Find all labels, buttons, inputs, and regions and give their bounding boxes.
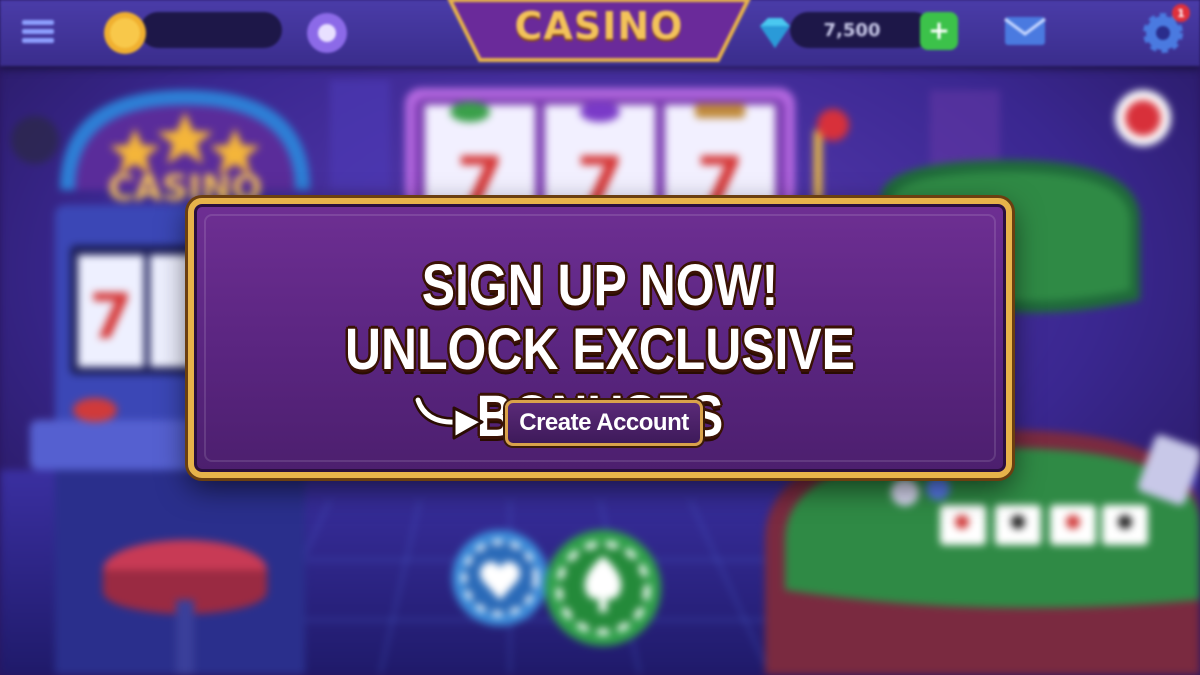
notification-badge: 1	[1172, 4, 1190, 22]
mail-icon[interactable]	[1002, 14, 1048, 48]
create-account-button[interactable]: Create Account	[505, 400, 703, 446]
signup-popup: SIGN UP NOW! UNLOCK EXCLUSIVE BONUSES Cr…	[188, 198, 1012, 478]
gem-icon	[752, 10, 798, 56]
gem-shop-icon[interactable]	[304, 10, 350, 56]
left-reel-symbol: 7	[89, 280, 132, 353]
gem-balance: 7,500	[790, 12, 932, 48]
arrow-right-icon	[412, 392, 488, 442]
top-bar: CASINO 7,500 + 1	[0, 0, 1200, 66]
coin-balance	[140, 12, 282, 48]
add-gems-button[interactable]: +	[920, 12, 958, 50]
menu-icon[interactable]	[18, 14, 58, 50]
popup-headline: SIGN UP NOW!	[421, 253, 779, 318]
coin-icon	[102, 10, 148, 56]
title-plate: CASINO	[446, 0, 752, 68]
game-screen: CASINO 7 7 7 7 CASINO 7,500 + 1 SIGN UP …	[0, 0, 1200, 675]
game-title: CASINO	[514, 4, 684, 48]
